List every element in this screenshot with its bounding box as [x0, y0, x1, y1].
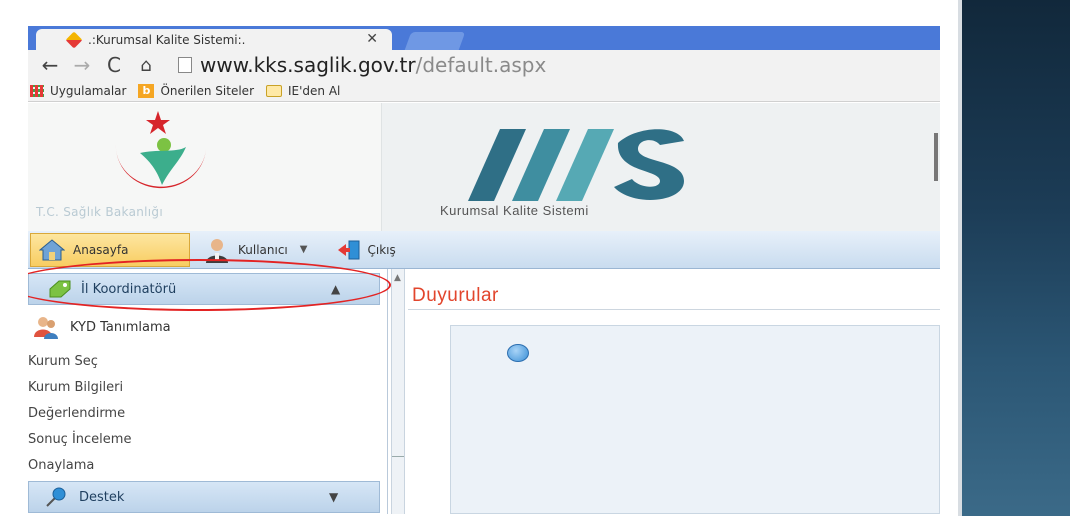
- user-menu-label: Kullanıcı: [238, 242, 288, 257]
- title-divider: [408, 309, 940, 310]
- main-content: Duyurular: [408, 269, 940, 514]
- new-tab-button[interactable]: [404, 32, 466, 50]
- section-title: İl Koordinatörü: [81, 281, 177, 297]
- exit-menu-button[interactable]: Çıkış: [329, 233, 403, 267]
- ministry-logo-area: T.C. Sağlık Bakanlığı: [28, 103, 382, 231]
- suggested-sites-icon: b: [138, 83, 155, 98]
- sidebar-nav: İl Koordinatörü ▲ KYD Tanımlama Kurum Se…: [28, 259, 391, 514]
- sidebar-item-onaylama[interactable]: Onaylama: [28, 458, 94, 473]
- app-menu-bar: Anasayfa Kullanıcı ▼ Çıkış: [28, 231, 940, 269]
- bookmark-label: Uygulamalar: [50, 83, 127, 98]
- home-menu-label: Anasayfa: [73, 242, 129, 257]
- url-path: /default.aspx: [415, 53, 547, 77]
- decorative-side-panel: [962, 0, 1070, 516]
- sidebar-section-destek[interactable]: Destek ▼: [28, 481, 380, 513]
- sidebar-item-sonuc-inceleme[interactable]: Sonuç İnceleme: [28, 432, 131, 447]
- bookmarks-bar: Uygulamalar b Önerilen Siteler IE'den Al: [28, 80, 940, 102]
- chevron-up-icon[interactable]: ▲: [331, 282, 340, 296]
- sidebar-item-kyd-tanimlama[interactable]: KYD Tanımlama: [34, 315, 171, 339]
- apps-grid-icon: [30, 84, 44, 97]
- sidebar-item-label: KYD Tanımlama: [70, 319, 171, 335]
- page-title: Duyurular: [412, 285, 499, 306]
- home-icon[interactable]: ⌂: [134, 55, 158, 76]
- page-icon: [178, 57, 192, 73]
- tab-close-icon[interactable]: ✕: [366, 31, 378, 47]
- dropdown-arrow-icon[interactable]: ▼: [300, 244, 308, 255]
- exit-menu-label: Çıkış: [367, 242, 396, 257]
- ministry-logo: [115, 111, 206, 189]
- users-icon: [34, 317, 58, 339]
- banner-divider: [934, 133, 938, 181]
- tag-icon: [49, 280, 71, 298]
- pushpin-icon: [46, 487, 66, 507]
- sidebar-item-kurum-sec[interactable]: Kurum Seç: [28, 354, 98, 369]
- browser-toolbar: ← → C ⌂ www.kks.saglik.gov.tr /default.a…: [28, 50, 940, 80]
- url-host: www.kks.saglik.gov.tr: [200, 53, 416, 77]
- house-icon: [39, 238, 65, 260]
- browser-window: .:Kurumsal Kalite Sistemi:. ✕ ← → C ⌂ ww…: [28, 26, 940, 514]
- sidebar-section-il-koordinatoru[interactable]: İl Koordinatörü ▲: [28, 273, 380, 305]
- user-menu-button[interactable]: Kullanıcı ▼: [196, 233, 315, 267]
- home-menu-button[interactable]: Anasayfa: [30, 232, 190, 267]
- address-bar[interactable]: www.kks.saglik.gov.tr /default.aspx: [178, 52, 546, 78]
- bookmark-apps[interactable]: Uygulamalar: [30, 84, 126, 98]
- ministry-name: T.C. Sağlık Bakanlığı: [36, 205, 163, 219]
- favicon-icon: [65, 31, 83, 49]
- back-arrow-icon[interactable]: ←: [38, 53, 62, 77]
- sidebar-scrollbar[interactable]: ▲: [391, 269, 405, 514]
- browser-tab[interactable]: .:Kurumsal Kalite Sistemi:. ✕: [36, 29, 392, 51]
- site-banner: T.C. Sağlık Bakanlığı Kurumsal Kalite Si…: [28, 103, 940, 231]
- system-name: Kurumsal Kalite Sistemi: [440, 203, 589, 218]
- folder-icon: [266, 84, 282, 97]
- scroll-up-icon[interactable]: ▲: [394, 273, 401, 283]
- tab-strip: .:Kurumsal Kalite Sistemi:. ✕: [28, 26, 940, 51]
- section-title: Destek: [79, 489, 125, 505]
- tab-title: .:Kurumsal Kalite Sistemi:.: [88, 33, 246, 47]
- exit-door-icon: [338, 240, 360, 259]
- sidebar-item-degerlendirme[interactable]: Değerlendirme: [28, 406, 125, 421]
- speaker-icon[interactable]: [507, 344, 529, 362]
- sidebar-item-kurum-bilgileri[interactable]: Kurum Bilgileri: [28, 380, 123, 395]
- reload-icon[interactable]: C: [102, 53, 126, 77]
- bookmark-label: Önerilen Siteler: [160, 83, 254, 98]
- announcement-panel: [450, 325, 940, 514]
- bookmark-label: IE'den Al: [288, 83, 341, 98]
- bookmark-suggested-sites[interactable]: b Önerilen Siteler: [138, 83, 254, 98]
- kks-logo: [468, 129, 684, 201]
- scrollbar-grip: [392, 456, 404, 457]
- bookmark-import-ie[interactable]: IE'den Al: [266, 84, 340, 98]
- chevron-down-icon[interactable]: ▼: [329, 490, 338, 504]
- user-icon: [206, 238, 228, 263]
- forward-arrow-icon[interactable]: →: [70, 53, 94, 77]
